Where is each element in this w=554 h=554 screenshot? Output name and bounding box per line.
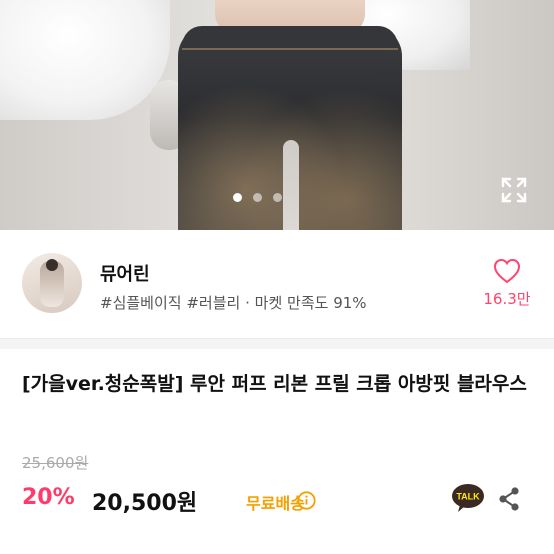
- talk-label: TALK: [456, 492, 480, 502]
- pagination-dot[interactable]: [253, 193, 262, 202]
- expand-icon[interactable]: [500, 176, 528, 204]
- image-waistband: [182, 26, 398, 50]
- shop-name[interactable]: 뮤어린: [100, 260, 150, 286]
- like-button[interactable]: 16.3만: [478, 258, 536, 309]
- section-divider: [0, 338, 554, 349]
- share-icon[interactable]: [497, 486, 521, 512]
- shop-satisfaction: 마켓 만족도 91%: [254, 294, 367, 312]
- product-image[interactable]: [0, 0, 554, 230]
- original-price: 25,600원: [22, 454, 89, 472]
- meta-separator: ·: [245, 294, 250, 312]
- sale-price: 20,500원: [92, 491, 198, 516]
- gallery-pagination: [233, 193, 282, 202]
- heart-outline-icon: [493, 258, 521, 284]
- shop-avatar[interactable]: [22, 253, 82, 313]
- like-count: 16.3만: [483, 290, 531, 308]
- shop-meta: #심플베이직 #러블리 · 마켓 만족도 91%: [100, 292, 367, 313]
- info-icon[interactable]: [297, 491, 316, 510]
- avatar-head: [46, 259, 58, 271]
- kakaotalk-icon[interactable]: TALK: [451, 483, 485, 513]
- discount-rate: 20%: [22, 485, 75, 510]
- pagination-dot-active[interactable]: [233, 193, 242, 202]
- shop-tags[interactable]: #심플베이직 #러블리: [100, 294, 240, 312]
- product-title: [가을ver.청순폭발] 루안 퍼프 리본 프릴 크롭 아방핏 블라우스: [22, 373, 527, 395]
- pagination-dot[interactable]: [273, 193, 282, 202]
- image-leg-gap: [283, 140, 299, 230]
